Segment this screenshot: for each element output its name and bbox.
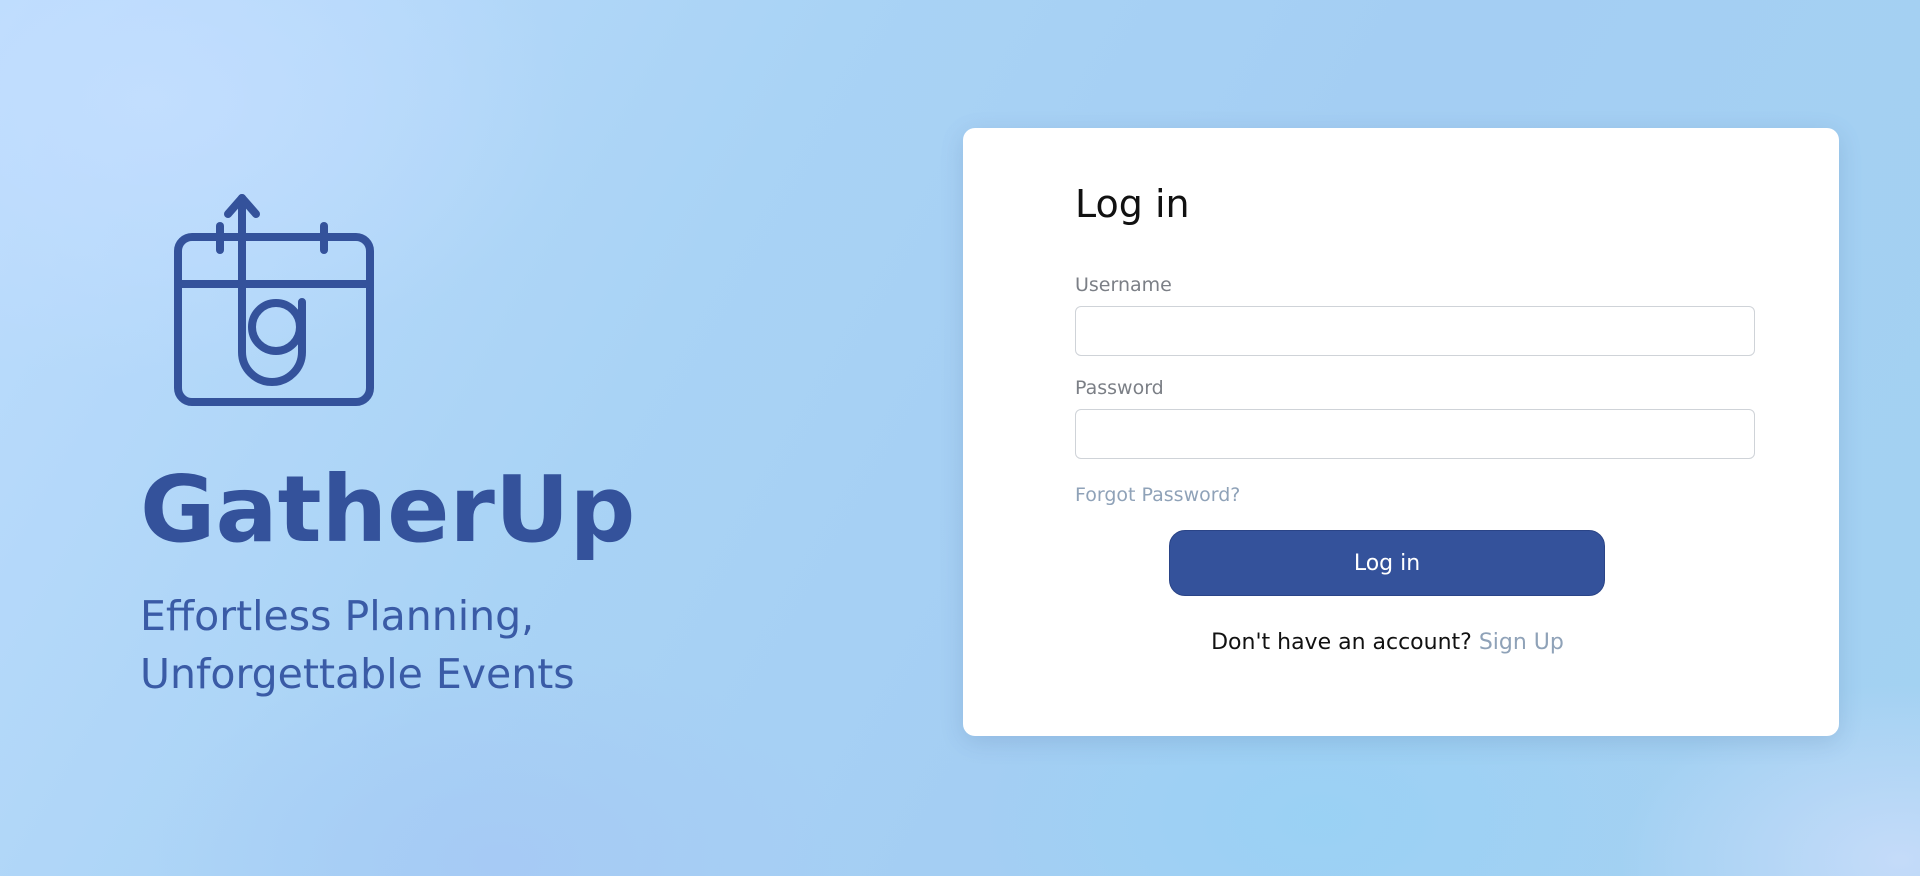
forgot-password-link[interactable]: Forgot Password? [1075, 484, 1240, 506]
password-input[interactable] [1075, 409, 1755, 459]
username-label: Username [1075, 274, 1172, 296]
password-label: Password [1075, 377, 1164, 399]
signup-link[interactable]: Sign Up [1479, 630, 1564, 655]
signup-prompt: Don't have an account? [1211, 630, 1479, 655]
username-input[interactable] [1075, 306, 1755, 356]
login-card: Log in Username Password Forgot Password… [963, 128, 1839, 736]
login-title: Log in [1075, 182, 1190, 226]
login-button[interactable]: Log in [1169, 530, 1605, 596]
brand-tagline: Effortless Planning, Unforgettable Event… [140, 592, 575, 698]
brand-name: GatherUp [140, 456, 636, 563]
calendar-upload-g-icon [174, 194, 374, 406]
signup-row: Don't have an account? Sign Up [963, 630, 1812, 655]
